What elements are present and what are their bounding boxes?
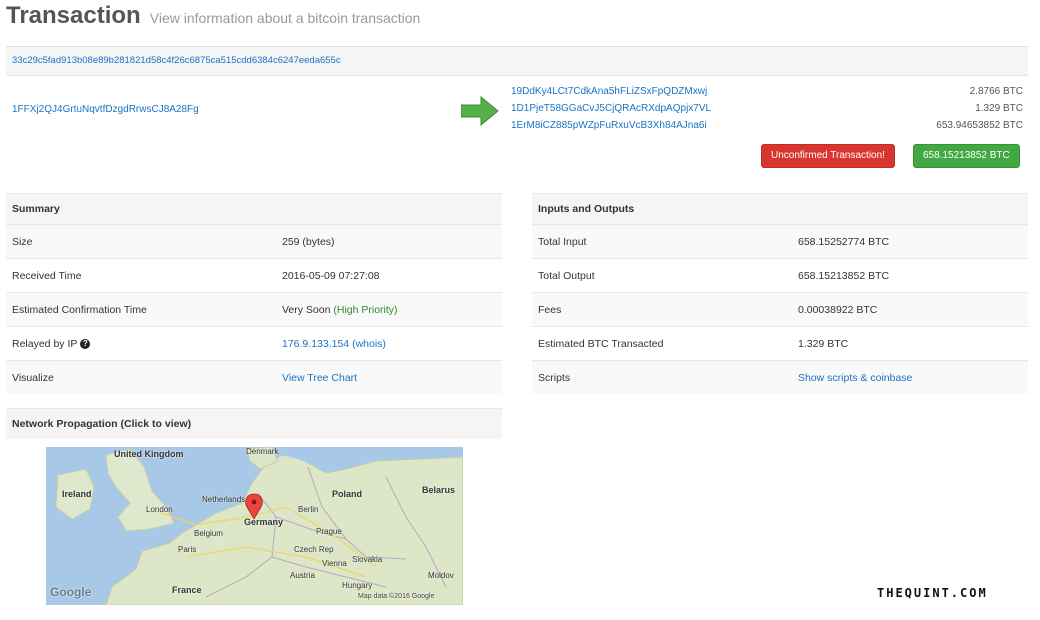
visualize-label: Visualize: [12, 372, 54, 384]
output-amount: 2.8766 BTC: [969, 86, 1023, 97]
estimated-transacted-label: Estimated BTC Transacted: [538, 338, 664, 350]
io-row-total-output: Total Output 658.15213852 BTC: [532, 258, 1028, 292]
map-label-berlin: Berlin: [298, 505, 319, 514]
total-input-label: Total Input: [538, 236, 587, 248]
map-label-poland: Poland: [332, 489, 363, 499]
network-propagation-panel: Network Propagation (Click to view): [6, 408, 502, 439]
relayed-label-text: Relayed by IP: [12, 338, 78, 350]
output-row: 1D1PjeT58GGaCvJ5CjQRAcRXdpAQpjx7VL 1.329…: [511, 101, 1023, 118]
map-label-uk: United Kingdom: [114, 449, 184, 459]
network-propagation-heading[interactable]: Network Propagation (Click to view): [6, 408, 502, 439]
relayed-by-ip-label: Relayed by IP?: [12, 338, 91, 350]
map-label-austria: Austria: [290, 571, 315, 580]
map-label-london: London: [146, 505, 173, 514]
view-tree-chart-link[interactable]: View Tree Chart: [282, 372, 357, 384]
confirmation-time-value: Very Soon (High Priority): [282, 304, 398, 316]
map-label-vienna: Vienna: [322, 559, 347, 568]
output-address-link[interactable]: 19DdKy4LCt7CdkAna5hFLiZSxFpQDZMxwj: [511, 86, 707, 97]
transaction-hash-bar: 33c29c5fad913b08e89b281821d58c4f26c6875c…: [6, 46, 1028, 76]
summary-row-size: Size 259 (bytes): [6, 224, 502, 258]
output-address-link[interactable]: 1ErM8iCZ885pWZpFuRxuVcB3Xh84AJna6i: [511, 120, 707, 131]
transaction-flow: 1FFXj2QJ4GrtuNqvtfDzgdRrwsCJ8A28Fg 19DdK…: [6, 76, 1028, 176]
total-input-value: 658.15252774 BTC: [798, 236, 890, 248]
input-address-link[interactable]: 1FFXj2QJ4GrtuNqvtfDzgdRrwsCJ8A28Fg: [12, 104, 199, 115]
total-amount-button[interactable]: 658.15213852 BTC: [913, 144, 1020, 168]
help-icon[interactable]: ?: [80, 339, 91, 349]
propagation-map[interactable]: United Kingdom Ireland London Denmark Ne…: [46, 447, 463, 605]
map-label-prague: Prague: [316, 527, 342, 536]
total-output-value: 658.15213852 BTC: [798, 270, 890, 282]
map-label-germany: Germany: [244, 517, 284, 527]
received-time-label: Received Time: [12, 270, 82, 282]
io-row-total-input: Total Input 658.15252774 BTC: [532, 224, 1028, 258]
inputs-outputs-heading: Inputs and Outputs: [532, 193, 1028, 224]
priority-badge: (High Priority): [333, 304, 398, 316]
map-label-denmark: Denmark: [246, 447, 279, 456]
fees-label: Fees: [538, 304, 562, 316]
io-row-scripts: Scripts Show scripts & coinbase: [532, 360, 1028, 394]
watermark: THEQUINT.COM: [877, 586, 988, 600]
map-label-netherlands: Netherlands: [202, 495, 246, 504]
total-output-label: Total Output: [538, 270, 595, 282]
map-label-slovakia: Slovakia: [352, 555, 383, 564]
map-label-belarus: Belarus: [422, 485, 456, 495]
estimated-transacted-value: 1.329 BTC: [798, 338, 849, 350]
io-row-estimated: Estimated BTC Transacted 1.329 BTC: [532, 326, 1028, 360]
unconfirmed-status-button[interactable]: Unconfirmed Transaction!: [761, 144, 895, 168]
summary-row-received: Received Time 2016-05-09 07:27:08: [6, 258, 502, 292]
whois-link[interactable]: (whois): [352, 338, 386, 350]
summary-row-confirmation: Estimated Confirmation Time Very Soon (H…: [6, 292, 502, 326]
output-row: 1ErM8iCZ885pWZpFuRxuVcB3Xh84AJna6i 653.9…: [511, 118, 1023, 135]
relayed-ip-link[interactable]: 176.9.133.154: [282, 338, 349, 350]
outputs-list: 19DdKy4LCt7CdkAna5hFLiZSxFpQDZMxwj 2.876…: [511, 84, 1023, 135]
fees-value: 0.00038922 BTC: [798, 304, 878, 316]
confirmation-time-label: Estimated Confirmation Time: [12, 304, 147, 316]
arrow-right-icon: [461, 96, 499, 126]
map-label-moldova: Moldov: [428, 571, 454, 580]
map-label-france: France: [172, 585, 202, 595]
map-credit: Map data ©2016 Google: [358, 593, 435, 600]
transaction-hash-link[interactable]: 33c29c5fad913b08e89b281821d58c4f26c6875c…: [12, 55, 341, 66]
inputs-outputs-panel: Inputs and Outputs Total Input 658.15252…: [532, 193, 1028, 394]
google-logo: Google: [50, 585, 92, 599]
map-label-hungary: Hungary: [342, 581, 373, 590]
summary-row-relayed: Relayed by IP? 176.9.133.154 (whois): [6, 326, 502, 360]
output-row: 19DdKy4LCt7CdkAna5hFLiZSxFpQDZMxwj 2.876…: [511, 84, 1023, 101]
relayed-ip-value: 176.9.133.154 (whois): [282, 338, 386, 350]
output-amount: 1.329 BTC: [975, 103, 1023, 114]
confirmation-estimate: Very Soon: [282, 304, 331, 316]
scripts-label: Scripts: [538, 372, 571, 384]
io-row-fees: Fees 0.00038922 BTC: [532, 292, 1028, 326]
page-header: Transaction View information about a bit…: [6, 2, 420, 30]
map-label-czech: Czech Rep: [294, 545, 334, 554]
show-scripts-link[interactable]: Show scripts & coinbase: [798, 372, 912, 384]
summary-heading: Summary: [6, 193, 502, 224]
map-label-belgium: Belgium: [194, 529, 223, 538]
output-address-link[interactable]: 1D1PjeT58GGaCvJ5CjQRAcRXdpAQpjx7VL: [511, 103, 711, 114]
output-amount: 653.94653852 BTC: [936, 120, 1023, 131]
size-value: 259 (bytes): [282, 236, 335, 248]
received-time-value: 2016-05-09 07:27:08: [282, 270, 380, 282]
size-label: Size: [12, 236, 33, 248]
summary-row-visualize: Visualize View Tree Chart: [6, 360, 502, 394]
map-label-paris: Paris: [178, 545, 197, 554]
page-title: Transaction: [6, 2, 141, 29]
summary-panel: Summary Size 259 (bytes) Received Time 2…: [6, 193, 502, 394]
map-label-ireland: Ireland: [62, 489, 92, 499]
page-subtitle: View information about a bitcoin transac…: [149, 10, 421, 26]
